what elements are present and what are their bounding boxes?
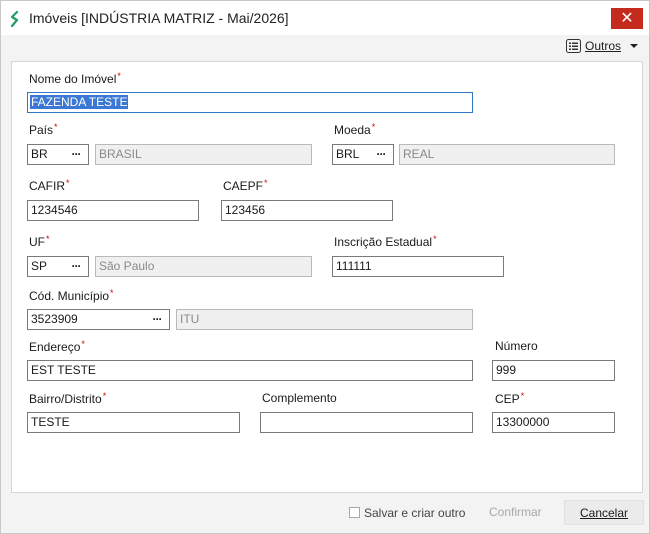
inscricao-label: Inscrição Estadual* bbox=[334, 234, 437, 249]
cafir-input[interactable]: 1234546 bbox=[27, 200, 199, 221]
caepf-input[interactable]: 123456 bbox=[221, 200, 393, 221]
pais-code-input[interactable]: BR ··· bbox=[27, 144, 89, 165]
outros-label: Outros bbox=[585, 39, 622, 53]
close-icon: ✕ bbox=[620, 9, 634, 27]
moeda-label: Moeda* bbox=[334, 122, 376, 137]
outros-menu-button[interactable]: Outros bbox=[566, 37, 639, 55]
complemento-label: Complemento bbox=[262, 391, 337, 405]
nome-input[interactable]: FAZENDA TESTE bbox=[27, 92, 473, 113]
list-icon bbox=[566, 39, 581, 53]
municipio-label: Cód. Município* bbox=[29, 288, 114, 303]
moeda-name-field: REAL bbox=[399, 144, 615, 165]
uf-lookup-button[interactable]: ··· bbox=[66, 259, 86, 274]
pais-label: País* bbox=[29, 122, 58, 137]
cancelar-button[interactable]: Cancelar bbox=[564, 500, 644, 525]
endereco-input[interactable]: EST TESTE bbox=[27, 360, 473, 381]
caepf-label: CAEPF* bbox=[223, 178, 268, 193]
title-bar: Imóveis [INDÚSTRIA MATRIZ - Mai/2026] ✕ bbox=[1, 1, 649, 35]
bairro-input[interactable]: TESTE bbox=[27, 412, 240, 433]
caret-down-icon bbox=[630, 44, 639, 48]
municipio-lookup-button[interactable]: ··· bbox=[147, 312, 167, 327]
close-button[interactable]: ✕ bbox=[611, 8, 643, 29]
inscricao-input[interactable]: 111111 bbox=[332, 256, 504, 277]
cep-input[interactable]: 13300000 bbox=[492, 412, 615, 433]
municipio-code-input[interactable]: 3523909 ··· bbox=[27, 309, 170, 330]
app-logo-icon bbox=[10, 11, 19, 27]
endereco-label: Endereço* bbox=[29, 339, 85, 354]
confirmar-button[interactable]: Confirmar bbox=[489, 505, 542, 519]
cafir-label: CAFIR* bbox=[29, 178, 70, 193]
cep-label: CEP* bbox=[495, 391, 525, 406]
complemento-input[interactable] bbox=[260, 412, 473, 433]
nome-label: Nome do Imóvel* bbox=[29, 71, 121, 86]
uf-name-field: São Paulo bbox=[95, 256, 312, 277]
numero-label: Número bbox=[495, 339, 538, 353]
moeda-lookup-button[interactable]: ··· bbox=[371, 147, 391, 162]
municipio-name-field: ITU bbox=[176, 309, 473, 330]
bairro-label: Bairro/Distrito* bbox=[29, 391, 107, 406]
pais-name-field: BRASIL bbox=[95, 144, 312, 165]
cancelar-label: Cancelar bbox=[579, 505, 629, 520]
uf-label: UF* bbox=[29, 234, 50, 249]
salvar-criar-outro-checkbox[interactable] bbox=[349, 507, 360, 518]
uf-code-input[interactable]: SP ··· bbox=[27, 256, 89, 277]
salvar-criar-outro-label[interactable]: Salvar e criar outro bbox=[364, 506, 465, 520]
numero-input[interactable]: 999 bbox=[492, 360, 615, 381]
window-title: Imóveis [INDÚSTRIA MATRIZ - Mai/2026] bbox=[29, 10, 289, 26]
moeda-code-input[interactable]: BRL ··· bbox=[332, 144, 394, 165]
dialog-window: Imóveis [INDÚSTRIA MATRIZ - Mai/2026] ✕ … bbox=[0, 0, 650, 534]
pais-lookup-button[interactable]: ··· bbox=[66, 147, 86, 162]
